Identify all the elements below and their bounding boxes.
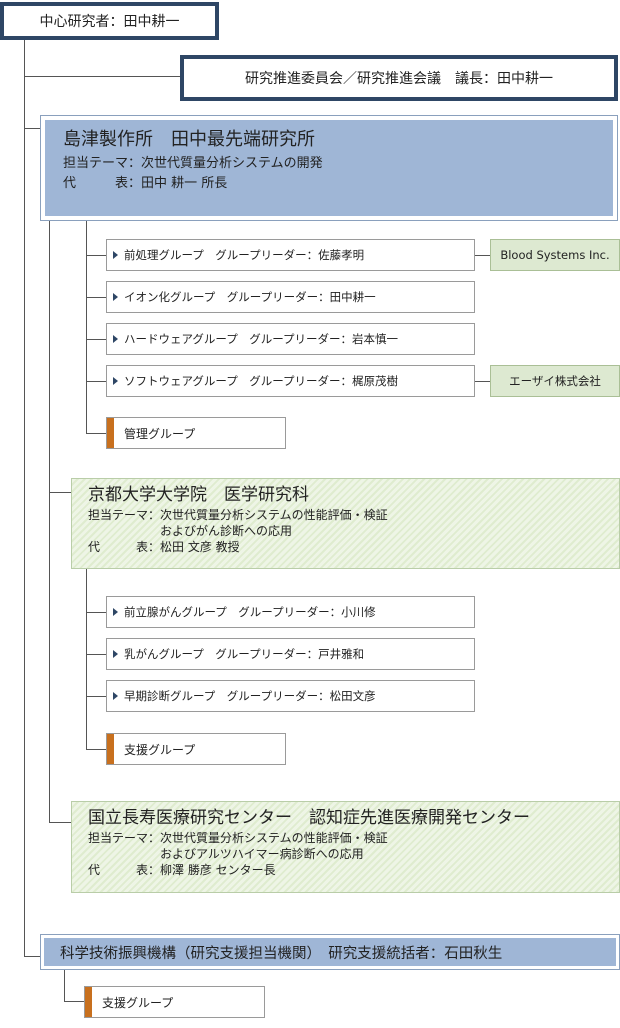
shimadzu-group-2: イオン化グループ グループリーダー：田中耕一 bbox=[106, 281, 475, 313]
group-label: 前立腺がんグループ グループリーダー：小川修 bbox=[124, 605, 376, 619]
triangle-bullet-icon bbox=[113, 692, 118, 700]
partner-eisai: エーザイ株式会社 bbox=[490, 365, 620, 397]
group-label: ソフトウェアグループ グループリーダー：梶原茂樹 bbox=[124, 374, 399, 388]
triangle-bullet-icon bbox=[113, 377, 118, 385]
theme-key: 担当テーマ： bbox=[88, 831, 161, 845]
ncgg-theme-row: 担当テーマ： 次世代質量分析システムの性能評価・検証 およびアルツハイマー病診断… bbox=[88, 830, 603, 862]
shimadzu-theme-row: 担当テーマ： 次世代質量分析システムの開発 bbox=[63, 154, 595, 174]
kyoto-group-connector-3 bbox=[86, 696, 106, 697]
kyoto-groups-trunk bbox=[86, 569, 87, 750]
support-group-label: 支援グループ bbox=[102, 995, 174, 1010]
center-researcher-box: 中心研究者：田中耕一 bbox=[0, 2, 219, 40]
rep-key: 代 表： bbox=[88, 863, 161, 877]
ncgg-rep: 柳澤 勝彦 センター長 bbox=[160, 863, 276, 877]
partner-connector-1 bbox=[475, 255, 490, 256]
center-researcher-label: 中心研究者：田中耕一 bbox=[39, 14, 180, 30]
group-label: 前処理グループ グループリーダー：佐藤孝明 bbox=[124, 248, 365, 262]
jst-support-group: 支援グループ bbox=[84, 986, 265, 1018]
ncgg-theme: 次世代質量分析システムの性能評価・検証 bbox=[160, 831, 388, 845]
jst-support-connector bbox=[64, 1001, 84, 1002]
triangle-bullet-icon bbox=[113, 251, 118, 259]
shimadzu-group-connector-4 bbox=[86, 381, 106, 382]
shimadzu-group-1: 前処理グループ グループリーダー：佐藤孝明 bbox=[106, 239, 475, 271]
kyoto-org-box: 京都大学大学院 医学研究科 担当テーマ： 次世代質量分析システムの性能評価・検証… bbox=[71, 478, 620, 569]
shimadzu-group-3: ハードウェアグループ グループリーダー：岩本慎一 bbox=[106, 323, 475, 355]
ncgg-connector bbox=[49, 822, 71, 823]
committee-label: 研究推進委員会／研究推進会議 議長：田中耕一 bbox=[245, 71, 553, 87]
partner-label: エーザイ株式会社 bbox=[509, 374, 601, 388]
committee-connector bbox=[24, 76, 180, 77]
triangle-bullet-icon bbox=[113, 293, 118, 301]
kyoto-rep-row: 代 表： 松田 文彦 教授 bbox=[88, 539, 603, 555]
kyoto-connector bbox=[49, 492, 71, 493]
kyoto-theme-row: 担当テーマ： 次世代質量分析システムの性能評価・検証 およびがん診断への応用 bbox=[88, 507, 603, 539]
triangle-bullet-icon bbox=[113, 335, 118, 343]
kyoto-rep: 松田 文彦 教授 bbox=[160, 540, 240, 554]
kyoto-group-1: 前立腺がんグループ グループリーダー：小川修 bbox=[106, 596, 475, 628]
jst-org-box: 科学技術振興機構（研究支援担当機関） 研究支援統括者：石田秋生 bbox=[40, 934, 620, 970]
partner-connector-2 bbox=[475, 381, 490, 382]
ncgg-org-box: 国立長寿医療研究センター 認知症先進医療開発センター 担当テーマ： 次世代質量分… bbox=[71, 801, 620, 893]
shimadzu-group-connector-2 bbox=[86, 297, 106, 298]
shimadzu-title: 島津製作所 田中最先端研究所 bbox=[63, 129, 315, 150]
rep-key: 代 表： bbox=[88, 540, 161, 554]
shimadzu-rep-row: 代 表： 田中 耕一 所長 bbox=[63, 174, 595, 194]
partner-label: Blood Systems Inc. bbox=[500, 248, 610, 262]
partner-blood-systems: Blood Systems Inc. bbox=[490, 239, 620, 271]
orange-marker bbox=[107, 418, 114, 448]
org-sub-trunk-line bbox=[49, 220, 50, 822]
shimadzu-mgmt-connector bbox=[86, 433, 106, 434]
support-group-label: 支援グループ bbox=[124, 742, 196, 757]
shimadzu-groups-trunk bbox=[86, 220, 87, 434]
management-group-label: 管理グループ bbox=[124, 426, 196, 441]
orange-marker bbox=[85, 987, 92, 1017]
ncgg-title: 国立長寿医療研究センター 認知症先進医療開発センター bbox=[88, 808, 530, 828]
orange-marker bbox=[107, 734, 114, 764]
ncgg-theme-line2: およびアルツハイマー病診断への応用 bbox=[160, 847, 364, 861]
ncgg-rep-row: 代 表： 柳澤 勝彦 センター長 bbox=[88, 862, 603, 878]
jst-support-trunk bbox=[64, 969, 65, 1001]
kyoto-theme: 次世代質量分析システムの性能評価・検証 bbox=[160, 508, 388, 522]
kyoto-support-connector bbox=[86, 749, 106, 750]
group-label: 乳がんグループ グループリーダー：戸井雅和 bbox=[124, 647, 365, 661]
main-trunk-line bbox=[24, 40, 25, 957]
group-label: ハードウェアグループ グループリーダー：岩本慎一 bbox=[124, 332, 399, 346]
triangle-bullet-icon bbox=[113, 608, 118, 616]
kyoto-support-group: 支援グループ bbox=[106, 733, 286, 765]
theme-key: 担当テーマ： bbox=[88, 508, 161, 522]
kyoto-title: 京都大学大学院 医学研究科 bbox=[88, 485, 309, 505]
shimadzu-connector bbox=[24, 128, 40, 129]
kyoto-group-connector-2 bbox=[86, 654, 106, 655]
kyoto-group-connector-1 bbox=[86, 612, 106, 613]
shimadzu-rep: 田中 耕一 所長 bbox=[141, 176, 228, 191]
jst-connector bbox=[24, 956, 40, 957]
shimadzu-management-group: 管理グループ bbox=[106, 417, 286, 449]
shimadzu-org-box: 島津製作所 田中最先端研究所 担当テーマ： 次世代質量分析システムの開発 代 表… bbox=[40, 115, 618, 221]
group-label: イオン化グループ グループリーダー：田中耕一 bbox=[124, 290, 376, 304]
shimadzu-group-connector-1 bbox=[86, 255, 106, 256]
kyoto-group-2: 乳がんグループ グループリーダー：戸井雅和 bbox=[106, 638, 475, 670]
committee-box: 研究推進委員会／研究推進会議 議長：田中耕一 bbox=[180, 55, 618, 101]
triangle-bullet-icon bbox=[113, 650, 118, 658]
group-label: 早期診断グループ グループリーダー：松田文彦 bbox=[124, 689, 376, 703]
jst-title: 科学技術振興機構（研究支援担当機関） 研究支援統括者：石田秋生 bbox=[60, 945, 503, 962]
kyoto-theme-line2: およびがん診断への応用 bbox=[160, 524, 293, 538]
theme-key: 担当テーマ： bbox=[63, 156, 142, 171]
kyoto-group-3: 早期診断グループ グループリーダー：松田文彦 bbox=[106, 680, 475, 712]
rep-key: 代 表： bbox=[63, 176, 142, 191]
shimadzu-group-connector-3 bbox=[86, 339, 106, 340]
shimadzu-theme: 次世代質量分析システムの開発 bbox=[141, 156, 323, 171]
shimadzu-group-4: ソフトウェアグループ グループリーダー：梶原茂樹 bbox=[106, 365, 475, 397]
